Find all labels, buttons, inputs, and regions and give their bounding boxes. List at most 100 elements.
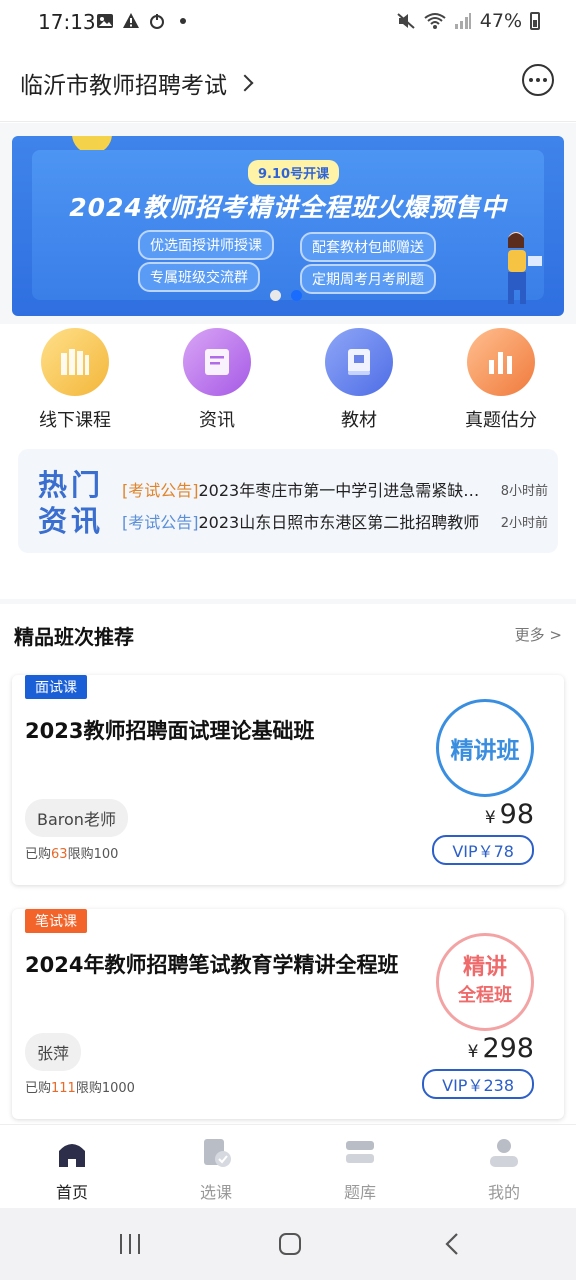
promo-banner[interactable]: 9.10号开课 2024教师招考精讲全程班火爆预售中 优选面授讲师授课 配套教材…: [12, 136, 564, 316]
wifi-icon: [424, 13, 446, 29]
course-card[interactable]: 面试课 2023教师招聘面试理论基础班 精讲班 Baron老师 已购63限购10…: [12, 675, 564, 885]
battery-icon: [530, 12, 540, 30]
city-selector[interactable]: 临沂市教师招聘考试: [20, 66, 254, 100]
news-category: [考试公告]: [122, 513, 199, 532]
status-bar: 17:13 47%: [0, 0, 576, 46]
hot-news-logo-line1: 热门: [38, 468, 105, 502]
banner-chip: 专属班级交流群: [138, 262, 260, 292]
menu-label: 真题估分: [465, 410, 537, 431]
notification-icons: [96, 12, 192, 30]
teacher-chip: 张萍: [25, 1033, 82, 1071]
nav-label: 题库: [343, 1183, 376, 1202]
currency-symbol: ¥: [484, 808, 496, 828]
currency-symbol: ¥: [467, 1042, 479, 1062]
nav-label: 我的: [487, 1183, 520, 1202]
vip-price-badge: VIP￥78: [432, 835, 534, 865]
signal-icon: [454, 13, 471, 29]
books-icon: [41, 328, 109, 396]
course-type-tag: 笔试课: [25, 909, 87, 933]
banner-chip: 优选面授讲师授课: [138, 230, 274, 260]
news-item[interactable]: [考试公告] 2023山东日照市东港区第二批招聘教师 2小时前: [122, 509, 548, 533]
status-time: 17:13: [38, 10, 96, 34]
book-icon: [325, 328, 393, 396]
pagination-dot[interactable]: [270, 290, 281, 301]
warning-icon: [123, 13, 139, 28]
news-title: 2023山东日照市东港区第二批招聘教师: [198, 513, 480, 532]
sold-prefix: 已购: [25, 847, 52, 862]
news-title: 2023年枣庄市第一中学引进急需紧缺人才: [198, 481, 487, 500]
menu-label: 教材: [341, 410, 377, 431]
course-card[interactable]: 笔试课 2024年教师招聘笔试教育学精讲全程班 精讲 全程班 张萍 已购111限…: [12, 909, 564, 1119]
hot-news-logo-line2: 资讯: [38, 504, 105, 538]
question-bank-icon: [346, 1141, 374, 1163]
news-item[interactable]: [考试公告] 2023年枣庄市第一中学引进急需紧缺人才 8小时前: [122, 477, 548, 501]
banner-title: 2024教师招考精讲全程班火爆预售中: [69, 193, 507, 222]
purchase-limit: 限购1000: [75, 1081, 135, 1096]
nav-home[interactable]: 首页: [22, 1137, 122, 1203]
status-right: 47%: [396, 10, 540, 32]
vip-price-badge: VIP￥238: [422, 1069, 534, 1099]
mute-icon: [397, 13, 415, 29]
nav-profile[interactable]: 我的: [454, 1137, 554, 1203]
menu-exam-estimate[interactable]: 真题估分: [446, 328, 556, 432]
banner-pagination: [270, 290, 302, 301]
battery-percent: 47%: [479, 10, 522, 32]
price-value: 98: [499, 799, 534, 830]
purchase-limit: 限购100: [67, 847, 119, 862]
nav-label: 选课: [199, 1183, 232, 1202]
app-header: 临沂市教师招聘考试: [0, 46, 576, 122]
hot-news-panel: 热门 资讯 [考试公告] 2023年枣庄市第一中学引进急需紧缺人才 8小时前 […: [18, 449, 558, 553]
course-badge: 精讲班: [436, 699, 534, 797]
header-title: 临沂市教师招聘考试: [20, 73, 227, 99]
course-type-tag: 面试课: [25, 675, 87, 699]
menu-textbooks[interactable]: 教材: [304, 328, 414, 432]
teacher-chip: Baron老师: [25, 799, 128, 837]
news-category: [考试公告]: [122, 481, 199, 500]
sold-prefix: 已购: [25, 1081, 52, 1096]
hot-news-section: 热门 资讯 [考试公告] 2023年枣庄市第一中学引进急需紧缺人才 8小时前 […: [0, 439, 576, 599]
news-time: 8小时前: [500, 483, 548, 499]
course-price: ¥98: [485, 799, 534, 830]
course-badge-subtext: 全程班: [458, 985, 512, 1006]
nav-question-bank[interactable]: 题库: [310, 1137, 410, 1203]
sold-count: 111: [51, 1081, 76, 1096]
menu-offline-courses[interactable]: 线下课程: [20, 328, 130, 432]
sold-count: 63: [51, 847, 68, 862]
app-notification-icon: [150, 14, 164, 29]
home-button-icon[interactable]: [278, 1232, 302, 1256]
message-button[interactable]: [522, 64, 554, 96]
course-title: 2023教师招聘面试理论基础班: [25, 719, 315, 743]
news-time: 2小时前: [500, 515, 548, 531]
course-badge: 精讲 全程班: [436, 933, 534, 1031]
nav-courses[interactable]: 选课: [166, 1137, 266, 1203]
document-icon: [183, 328, 251, 396]
featured-courses-header: 精品班次推荐 更多 >: [0, 604, 576, 664]
more-link[interactable]: 更多 >: [515, 624, 562, 645]
menu-news[interactable]: 资讯: [162, 328, 272, 432]
price-value: 298: [482, 1033, 534, 1064]
home-icon: [59, 1144, 85, 1167]
menu-label: 线下课程: [39, 410, 111, 431]
chevron-right-icon: [236, 74, 254, 92]
image-notification-icon: [97, 14, 113, 28]
recent-apps-icon[interactable]: [118, 1232, 142, 1256]
pagination-dot-active[interactable]: [291, 290, 302, 301]
back-icon[interactable]: [442, 1232, 462, 1256]
course-badge-text: 精讲: [462, 955, 507, 980]
purchase-count: 已购63限购100: [25, 843, 118, 862]
hot-news-logo: 热门 资讯: [38, 467, 104, 539]
banner-chip: 定期周考月考刷题: [300, 264, 436, 294]
banner-illustration: [508, 232, 542, 304]
course-select-icon: [204, 1139, 231, 1167]
menu-label: 资讯: [199, 410, 235, 431]
purchase-count: 已购111限购1000: [25, 1077, 135, 1096]
bottom-nav: 首页 选课 题库 我的: [0, 1124, 576, 1208]
chat-dots-icon: [529, 78, 533, 82]
nav-label: 首页: [55, 1183, 88, 1202]
user-icon: [490, 1139, 518, 1167]
section-title: 精品班次推荐: [14, 625, 134, 649]
bar-chart-icon: [467, 328, 535, 396]
quick-menu: 线下课程 资讯 教材 真题估分: [0, 324, 576, 439]
system-nav-bar: [0, 1208, 576, 1280]
course-price: ¥298: [468, 1033, 534, 1064]
